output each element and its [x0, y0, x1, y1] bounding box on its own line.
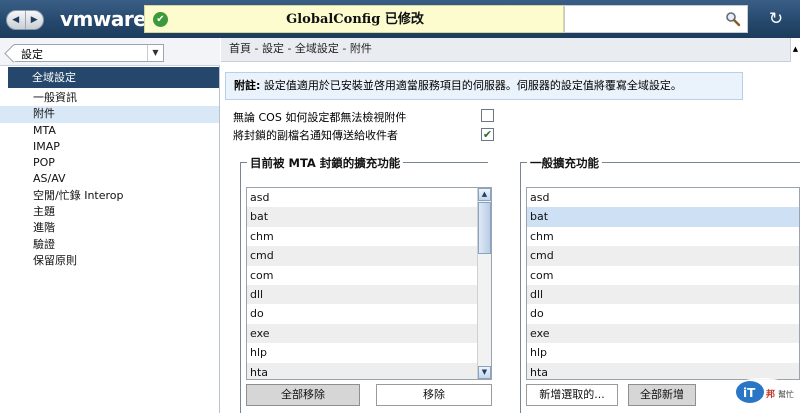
sidebar-item[interactable]: 一般資訊	[0, 90, 219, 106]
list-item[interactable]: exe	[247, 323, 491, 344]
chevron-down-icon[interactable]: ▼	[147, 45, 163, 61]
list-item[interactable]: chm	[527, 227, 799, 246]
sidebar-item[interactable]: AS/AV	[0, 171, 219, 187]
list-item[interactable]: bat	[247, 207, 491, 227]
blocked-list-scrollbar[interactable]: ▲ ▼	[477, 188, 491, 379]
scroll-down-icon[interactable]: ▼	[478, 366, 491, 379]
sidebar: 設定 ▼ 全域設定 一般資訊 附件 MTA IMAP POP AS/AV 空閒/忙錄 Int…	[0, 38, 220, 413]
search-input[interactable]	[564, 5, 748, 33]
sidebar-header: 設定 ▼	[0, 38, 220, 66]
list-item[interactable]: do	[247, 304, 491, 323]
remove-all-button[interactable]: 全部移除	[246, 384, 360, 406]
breadcrumb: 首頁 - 設定 - 全域設定 - 附件	[221, 38, 800, 62]
svg-text:邦: 邦	[766, 388, 775, 400]
list-item[interactable]: cmd	[247, 246, 491, 266]
sidebar-item[interactable]: 主題	[0, 204, 219, 220]
general-extensions-list[interactable]: asd bat chm cmd com dll do exe hlp hta	[526, 187, 800, 380]
sidebar-item[interactable]: 進階	[0, 220, 219, 236]
forward-arrow-icon[interactable]: ▶	[26, 11, 44, 29]
sidebar-item[interactable]: 保留原則	[0, 253, 219, 269]
note-label: 附註:	[234, 79, 261, 92]
general-list-rows: asd bat chm cmd com dll do exe hlp hta	[527, 188, 799, 379]
back-arrow-icon[interactable]: ◀	[7, 11, 26, 29]
list-item[interactable]: bat	[527, 207, 799, 227]
list-item[interactable]: hlp	[527, 343, 799, 362]
vmware-logo: vmware	[60, 7, 147, 31]
list-item[interactable]: chm	[247, 227, 491, 246]
list-item[interactable]: com	[247, 266, 491, 285]
add-all-button[interactable]: 全部新增	[628, 384, 696, 406]
blocked-extensions-legend: 目前被 MTA 封鎖的擴充功能	[247, 155, 404, 171]
sidebar-group-global-settings[interactable]: 全域設定	[8, 67, 219, 88]
sidebar-item[interactable]: 附件	[0, 106, 219, 123]
sidebar-item[interactable]: 驗證	[0, 237, 219, 253]
history-nav: ◀ ▶	[6, 10, 44, 30]
option-label-hide-attachments: 無論 COS 如何設定都無法檢視附件	[233, 111, 407, 124]
remove-button[interactable]: 移除	[376, 384, 492, 406]
list-item[interactable]: do	[527, 304, 799, 323]
hide-attachments-checkbox[interactable]	[481, 109, 494, 122]
sidebar-items: 一般資訊 附件 MTA IMAP POP AS/AV 空閒/忙錄 Interop 主題 進階 驗證…	[0, 90, 219, 269]
ithome-watermark-logo: iT 邦 幫忙	[729, 378, 795, 408]
general-extensions-legend: 一般擴充功能	[527, 155, 602, 171]
main-panel: 首頁 - 設定 - 全域設定 - 附件 ▲ 附註: 設定值適用於已安裝並啓用適當…	[221, 38, 800, 413]
note-banner: 附註: 設定值適用於已安裝並啓用適當服務項目的伺服器。伺服器的設定值將覆寫全域設…	[225, 72, 743, 100]
list-item[interactable]: dll	[527, 284, 799, 305]
list-item[interactable]: hlp	[247, 343, 491, 362]
list-item[interactable]: hta	[247, 362, 491, 379]
notice-text: GlobalConfig 已修改	[286, 12, 424, 27]
svg-text:幫忙: 幫忙	[778, 389, 794, 399]
sidebar-item[interactable]: POP	[0, 155, 219, 171]
sidebar-item[interactable]: IMAP	[0, 139, 219, 155]
list-item[interactable]: com	[527, 266, 799, 285]
sidebar-item[interactable]: MTA	[0, 123, 219, 139]
list-item[interactable]: dll	[247, 284, 491, 305]
dropdown-label: 設定	[21, 48, 43, 61]
status-notice: ✔ GlobalConfig 已修改	[144, 5, 564, 33]
sidebar-item[interactable]: 空閒/忙錄 Interop	[0, 188, 219, 204]
scroll-thumb[interactable]	[478, 202, 491, 254]
list-item[interactable]: asd	[247, 188, 491, 207]
notify-recipients-checkbox[interactable]: ✔	[481, 128, 494, 141]
top-bar: ◀ ▶ vmware ✔ GlobalConfig 已修改 ↻	[0, 0, 800, 38]
refresh-icon[interactable]: ↻	[766, 9, 786, 29]
svg-text:iT: iT	[743, 386, 756, 400]
scroll-up-icon[interactable]: ▲	[790, 38, 800, 62]
settings-back-dropdown[interactable]: 設定 ▼	[14, 44, 164, 62]
scroll-up-icon[interactable]: ▲	[478, 188, 491, 201]
note-text: 設定值適用於已安裝並啓用適當服務項目的伺服器。伺服器的設定值將覆寫全域設定。	[260, 79, 682, 92]
option-label-notify-recipients: 將封鎖的副檔名通知傳送給收件者	[233, 129, 398, 142]
list-item[interactable]: cmd	[527, 246, 799, 266]
blocked-list-rows: asd bat chm cmd com dll do exe hlp hta	[247, 188, 491, 379]
add-selected-button[interactable]: 新增選取的...	[526, 384, 618, 406]
search-icon[interactable]	[725, 11, 741, 27]
list-item[interactable]: exe	[527, 323, 799, 344]
list-item[interactable]: asd	[527, 188, 799, 207]
blocked-extensions-list[interactable]: asd bat chm cmd com dll do exe hlp hta ▲ ▼	[246, 187, 492, 380]
